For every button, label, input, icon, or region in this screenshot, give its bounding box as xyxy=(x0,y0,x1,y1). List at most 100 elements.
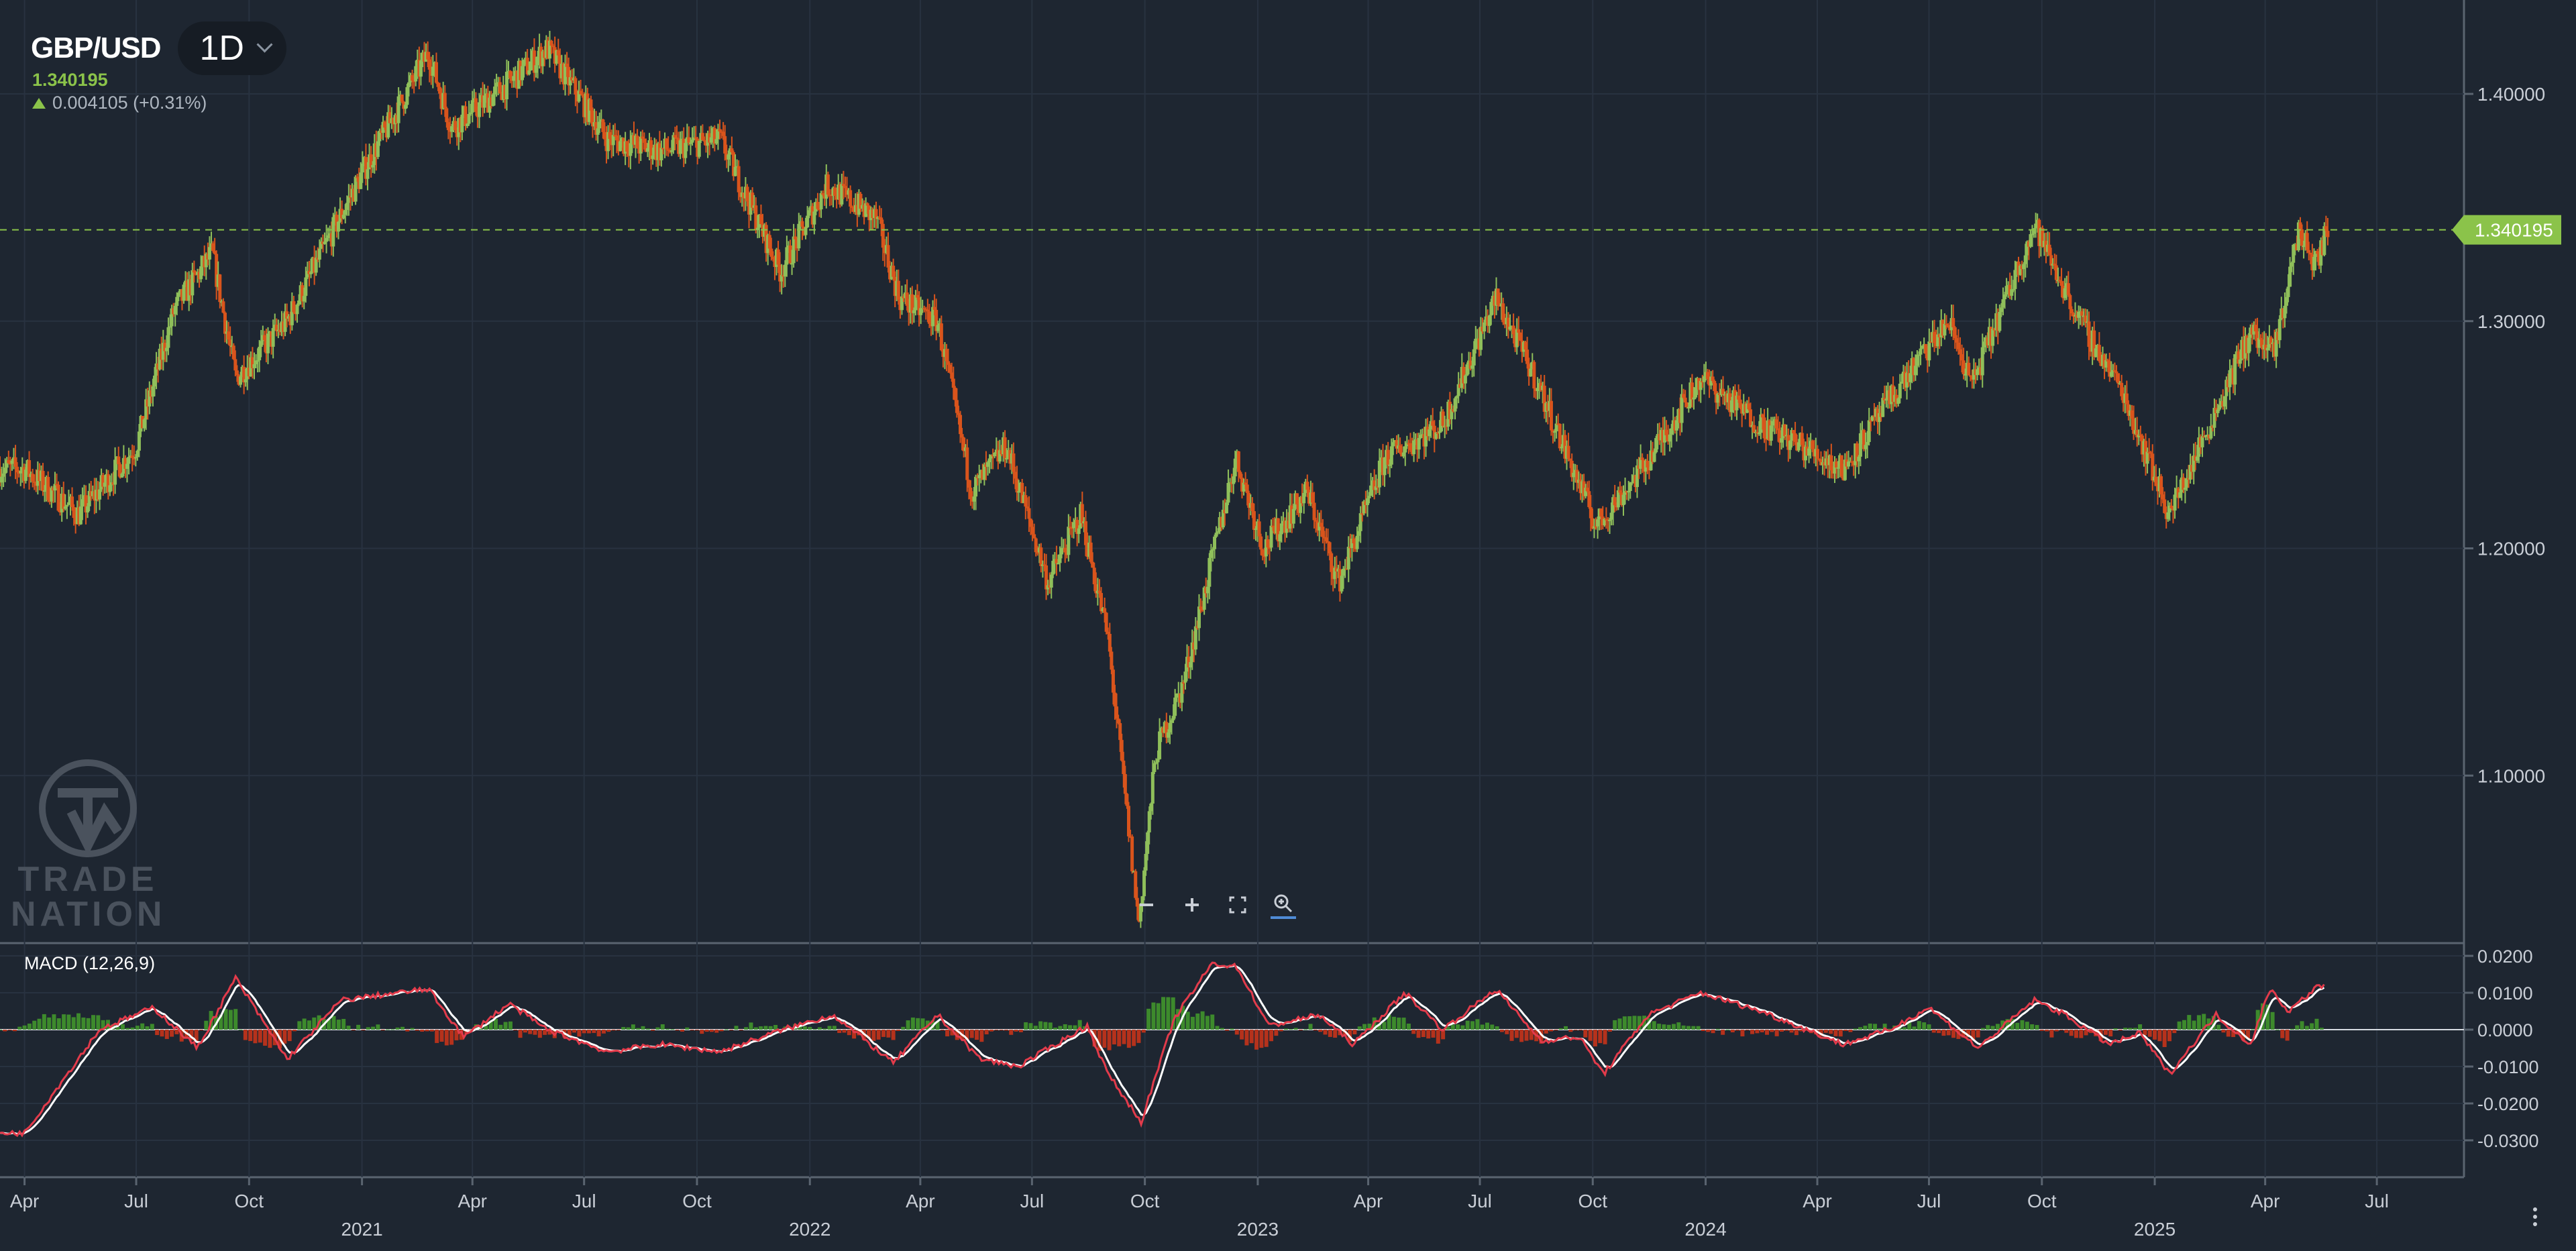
macd-histogram-bar xyxy=(1666,1024,1671,1030)
macd-histogram-bar xyxy=(248,1030,253,1041)
macd-histogram-bar xyxy=(582,1030,586,1034)
macd-histogram-bar xyxy=(734,1026,739,1030)
macd-histogram-bar xyxy=(405,1030,410,1032)
macd-histogram-bar xyxy=(1024,1022,1028,1030)
macd-histogram-bar xyxy=(302,1018,307,1030)
macd-histogram-bar xyxy=(1711,1030,1715,1034)
candle-body xyxy=(1152,763,1157,772)
macd-histogram-bar xyxy=(2015,1022,2020,1030)
candle-body xyxy=(1927,341,1931,361)
x-tick-label: Apr xyxy=(10,1191,40,1211)
macd-histogram-bar xyxy=(1323,1030,1328,1035)
macd-histogram-bar xyxy=(631,1024,635,1030)
macd-histogram-bar xyxy=(386,1029,390,1030)
macd-histogram-bar xyxy=(808,1026,812,1030)
macd-histogram-bar xyxy=(2300,1021,2304,1030)
x-tick-label: Oct xyxy=(2027,1191,2057,1211)
macd-histogram-bar xyxy=(1622,1016,1627,1030)
macd-histogram-bar xyxy=(1485,1022,1489,1030)
symbol-label[interactable]: GBP/USD xyxy=(31,32,161,65)
macd-histogram-bar xyxy=(2045,1030,2049,1032)
macd-histogram-bar xyxy=(22,1025,27,1030)
macd-histogram-bar xyxy=(533,1030,537,1035)
candle-body xyxy=(2066,283,2070,295)
price-change-value: 0.004105 (+0.31%) xyxy=(52,93,207,113)
macd-histogram-bar xyxy=(1382,1022,1387,1030)
chevron-down-icon xyxy=(256,36,273,53)
macd-histogram-bar xyxy=(537,1030,542,1038)
macd-histogram-bar xyxy=(2039,1030,2044,1031)
macd-histogram-bar xyxy=(975,1030,979,1040)
candle-body xyxy=(816,202,820,209)
macd-histogram-bar xyxy=(1132,1030,1136,1046)
candle-body xyxy=(2277,319,2282,341)
macd-histogram-bar xyxy=(1765,1030,1770,1035)
macd-histogram-bar xyxy=(2270,1012,2275,1030)
macd-histogram-bar xyxy=(1136,1030,1141,1043)
candle-body xyxy=(865,203,869,206)
macd-tick-label: 0.0100 xyxy=(2477,983,2533,1003)
macd-histogram-bar xyxy=(984,1030,989,1035)
more-options-icon[interactable] xyxy=(2533,1207,2537,1226)
macd-histogram-bar xyxy=(1352,1030,1357,1034)
timeframe-selector[interactable]: 1D xyxy=(178,21,286,75)
macd-label[interactable]: MACD (12,26,9) xyxy=(24,953,155,974)
macd-histogram-bar xyxy=(753,1027,758,1030)
zoom-controls xyxy=(1134,891,1296,919)
macd-histogram-bar xyxy=(1161,997,1166,1030)
macd-histogram-bar xyxy=(1308,1024,1313,1030)
macd-histogram-bar xyxy=(449,1030,454,1045)
candle-body xyxy=(317,248,321,260)
macd-histogram-bar xyxy=(1426,1030,1431,1039)
macd-histogram-bar xyxy=(2187,1015,2192,1030)
macd-histogram-bar xyxy=(1583,1030,1588,1038)
chart-canvas[interactable]: Apr Jul Oct 2021 Apr Jul Oct 2022 Apr Jul Oct 2023 A… xyxy=(0,0,2576,1251)
logo-line-1: TRADE xyxy=(17,860,158,899)
macd-histogram-bar xyxy=(52,1014,56,1030)
signal-line xyxy=(0,964,2325,1136)
x-tick-label: Apr xyxy=(1803,1191,1832,1211)
macd-histogram-bar xyxy=(1102,1030,1107,1048)
candle-body xyxy=(1463,375,1467,384)
macd-histogram-bar xyxy=(1843,1030,1848,1031)
macd-histogram-bar xyxy=(415,1030,419,1031)
macd-histogram-bar xyxy=(1613,1020,1617,1030)
macd-histogram-bar xyxy=(1475,1019,1480,1030)
macd-histogram-bar xyxy=(253,1030,258,1044)
macd-histogram-bar xyxy=(56,1018,61,1030)
macd-histogram-bar xyxy=(916,1018,920,1030)
macd-histogram-bar xyxy=(1195,1013,1200,1030)
macd-histogram-bar xyxy=(2049,1030,2054,1038)
macd-histogram-bar xyxy=(346,1026,351,1030)
macd-histogram-bar xyxy=(135,1026,140,1030)
x-tick-label: Apr xyxy=(1354,1191,1383,1211)
macd-histogram-bar xyxy=(62,1014,66,1030)
macd-histogram-bar xyxy=(96,1015,101,1030)
macd-histogram-bar xyxy=(125,1028,130,1030)
zoom-in-icon[interactable] xyxy=(1179,892,1205,918)
candle-body xyxy=(1549,400,1553,431)
candle-body xyxy=(1417,438,1421,450)
macd-histogram-bar xyxy=(1210,1014,1215,1030)
macd-histogram-bar xyxy=(1544,1030,1548,1034)
macd-histogram-bar xyxy=(2128,1028,2133,1030)
candle-body xyxy=(239,376,243,385)
macd-tick-label: -0.0200 xyxy=(2477,1094,2539,1114)
macd-histogram-bar xyxy=(81,1017,86,1030)
macd-histogram-bar xyxy=(331,1016,336,1030)
macd-histogram-bar xyxy=(1391,1016,1396,1030)
candle-body xyxy=(1156,759,1160,763)
macd-histogram-bar xyxy=(1941,1030,1946,1036)
zoom-search-icon[interactable] xyxy=(1271,891,1296,919)
macd-histogram-bar xyxy=(1249,1030,1254,1044)
candle-body xyxy=(127,457,131,464)
fit-screen-icon[interactable] xyxy=(1225,892,1250,918)
macd-histogram-bar xyxy=(1014,1030,1018,1032)
macd-histogram-bar xyxy=(822,1028,827,1030)
macd-histogram-bar xyxy=(709,1030,714,1032)
macd-histogram-bar xyxy=(307,1020,311,1030)
zoom-out-icon[interactable] xyxy=(1134,892,1159,918)
macd-histogram-bar xyxy=(827,1026,832,1030)
candle-body xyxy=(1967,362,1971,376)
macd-histogram-bar xyxy=(1274,1030,1279,1036)
